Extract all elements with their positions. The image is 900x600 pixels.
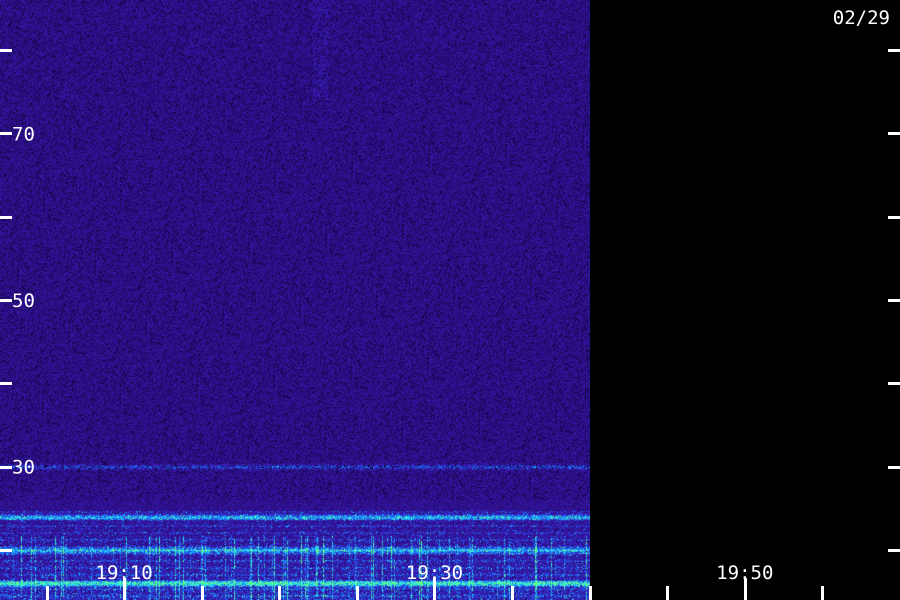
y-tick-left-40	[0, 382, 12, 385]
x-tick-15	[201, 586, 204, 600]
y-tick-right-50	[888, 299, 900, 302]
x-tick-55	[821, 586, 824, 600]
y-tick-left-50	[0, 299, 12, 302]
spectrogram-heatmap	[0, 0, 590, 600]
y-tick-label-50: 50	[12, 290, 35, 312]
date-label: 02/29	[833, 7, 890, 29]
spectrogram-chart: 30 50 70 19:10 19:30 19:50 02/29	[0, 0, 900, 600]
x-tick-45	[666, 586, 669, 600]
y-tick-right-70	[888, 132, 900, 135]
x-tick-40	[589, 586, 592, 600]
y-tick-right-30	[888, 466, 900, 469]
y-tick-label-70: 70	[12, 123, 35, 145]
x-tick-label-1910: 19:10	[96, 562, 153, 584]
y-tick-label-30: 30	[12, 457, 35, 479]
y-tick-right-20	[888, 549, 900, 552]
y-tick-left-60	[0, 216, 12, 219]
x-tick-label-1930: 19:30	[406, 562, 463, 584]
y-tick-left-70	[0, 132, 12, 135]
x-tick-35	[511, 586, 514, 600]
x-tick-5	[46, 586, 49, 600]
y-tick-right-80	[888, 49, 900, 52]
y-tick-right-60	[888, 216, 900, 219]
y-tick-left-20	[0, 549, 12, 552]
x-tick-25	[356, 586, 359, 600]
y-tick-left-80	[0, 49, 12, 52]
x-tick-label-1950: 19:50	[716, 562, 773, 584]
y-tick-left-30	[0, 466, 12, 469]
y-tick-right-40	[888, 382, 900, 385]
x-tick-20	[278, 586, 281, 600]
